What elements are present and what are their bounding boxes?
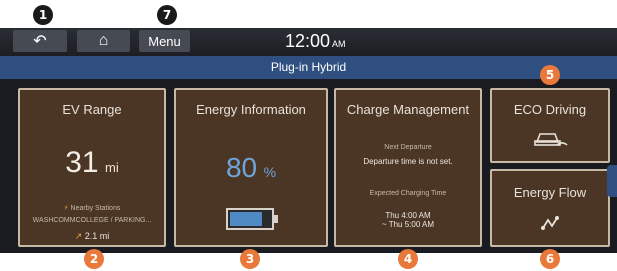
nearby-stations-label: Nearby Stations — [70, 205, 121, 212]
energy-flow-tile[interactable]: Energy Flow — [490, 169, 610, 247]
page-title: Plug-in Hybrid — [0, 56, 617, 79]
next-departure-value: Departure time is not set. — [363, 157, 453, 166]
callout-marker-2: 2 — [84, 249, 104, 269]
energy-value-row: 80 % — [176, 152, 326, 184]
energy-information-tile[interactable]: Energy Information 80 % — [174, 88, 328, 247]
ev-range-tile[interactable]: EV Range 31 mi ⚡ Nearby Stations WASHCOM… — [18, 88, 166, 247]
energy-unit: % — [263, 164, 277, 180]
station-name: WASHCOMMCOLLEGE / PARKING... — [32, 217, 152, 224]
callout-marker-1: 1 — [33, 5, 53, 25]
back-button[interactable]: ↶ — [13, 30, 67, 52]
expected-charging-line1: Thu 4:00 AM — [385, 211, 431, 220]
side-panel-tab[interactable] — [607, 165, 617, 197]
menu-label: Menu — [148, 33, 181, 49]
ev-range-unit: mi — [105, 160, 119, 175]
eco-driving-tile[interactable]: ECO Driving — [490, 88, 610, 163]
ev-range-title: EV Range — [62, 102, 122, 117]
menu-button[interactable]: Menu — [139, 30, 190, 52]
nearby-stations-row[interactable]: ⚡ Nearby Stations — [20, 204, 164, 212]
callout-marker-4: 4 — [398, 249, 418, 269]
expected-charging-label: Expected Charging Time — [369, 190, 447, 197]
battery-icon — [226, 208, 278, 230]
battery-tip — [274, 215, 278, 223]
home-icon: ⌂ — [98, 32, 109, 49]
callout-marker-7: 7 — [157, 5, 177, 25]
ev-range-value: 31 — [65, 146, 99, 179]
eco-driving-title: ECO Driving — [513, 102, 587, 117]
energy-flow-title: Energy Flow — [513, 185, 587, 200]
top-bar: ↶ ⌂ Menu 12:00 AM — [0, 28, 617, 57]
clock: 12:00 AM — [285, 31, 346, 52]
callout-marker-6: 6 — [540, 249, 560, 269]
car-gauge-icon — [534, 133, 568, 146]
back-icon: ↶ — [33, 33, 47, 50]
next-departure-label: Next Departure — [384, 144, 432, 151]
charge-management-title: Charge Management — [346, 102, 470, 117]
home-button[interactable]: ⌂ — [77, 30, 130, 52]
distance-icon: ↗ — [74, 231, 83, 241]
station-distance: 2.1 mi — [84, 231, 110, 241]
energy-information-title: Energy Information — [196, 102, 306, 117]
battery-fill — [230, 212, 262, 226]
callout-marker-3: 3 — [240, 249, 260, 269]
plug-icon: ⚡ — [63, 205, 69, 212]
clock-time: 12:00 — [285, 31, 331, 51]
charge-management-tile[interactable]: Charge Management Next Departure Departu… — [334, 88, 482, 247]
ev-range-value-row: 31 mi — [20, 146, 164, 180]
screen: ↶ ⌂ Menu 12:00 AM Plug-in Hybrid EV Range… — [0, 28, 617, 253]
expected-charging-line2: ~ Thu 5:00 AM — [381, 220, 435, 229]
energy-value: 80 — [225, 152, 258, 183]
flow-icon — [541, 216, 559, 230]
station-distance-row: ↗ 2.1 mi — [20, 231, 164, 242]
clock-ampm: AM — [332, 39, 346, 49]
callout-marker-5: 5 — [540, 65, 560, 85]
